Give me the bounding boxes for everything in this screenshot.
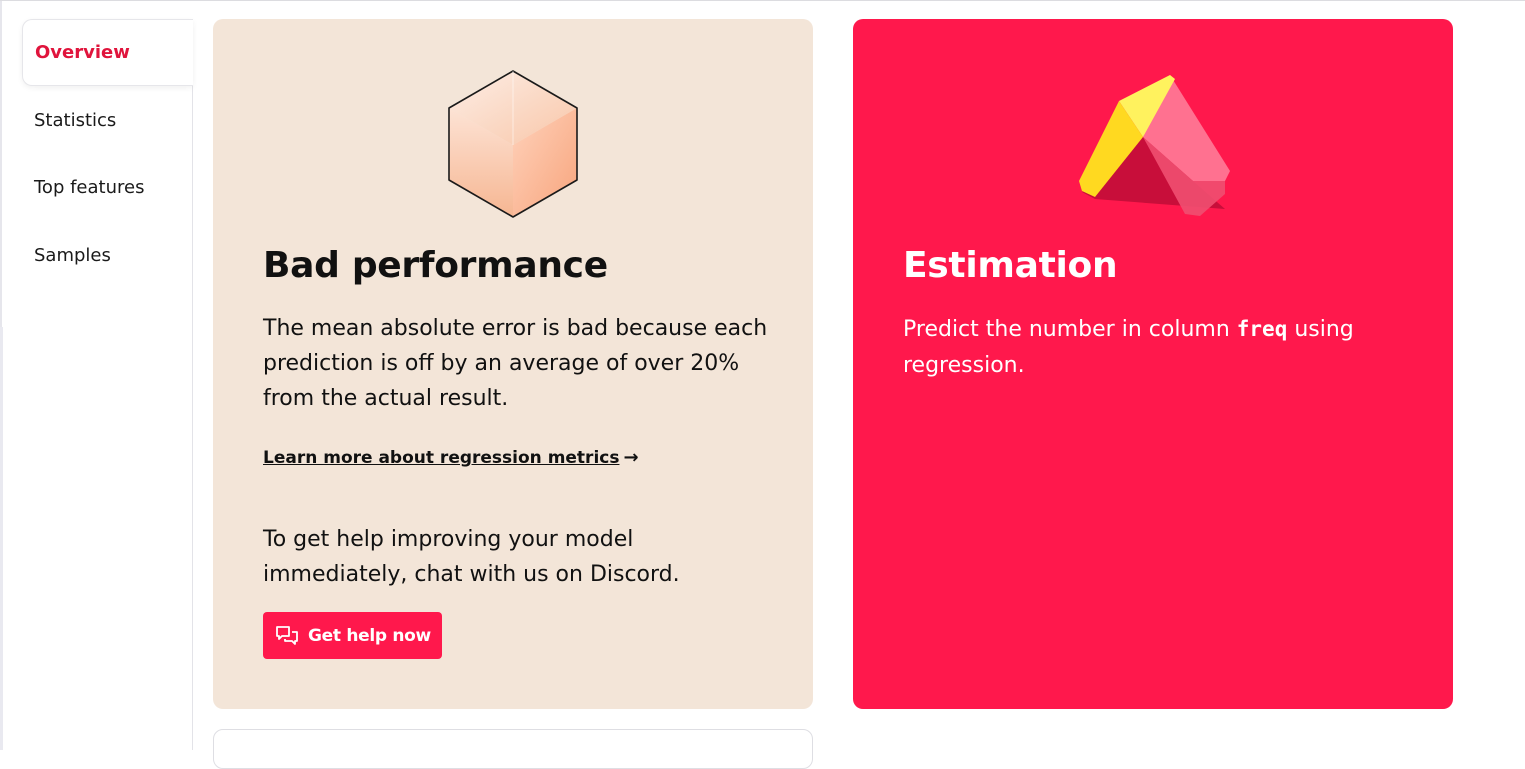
estimation-title: Estimation xyxy=(903,245,1118,286)
arrow-right-icon: → xyxy=(623,447,639,468)
sidebar-item-top-features[interactable]: Top features xyxy=(22,154,193,221)
get-help-label: Get help now xyxy=(308,625,431,646)
learn-more-label: Learn more about regression metrics xyxy=(263,448,620,468)
sidebar-item-overview[interactable]: Overview xyxy=(22,19,193,86)
top-border xyxy=(0,0,1525,1)
pyramid-icon xyxy=(1075,69,1231,223)
estimation-card: Estimation Predict the number in column … xyxy=(853,19,1453,709)
learn-more-link[interactable]: Learn more about regression metrics → xyxy=(263,447,639,468)
cube-icon xyxy=(447,69,579,223)
get-help-button[interactable]: Get help now xyxy=(263,612,442,659)
help-text: To get help improving your model immedia… xyxy=(263,527,680,587)
performance-description: The mean absolute error is bad because e… xyxy=(263,316,768,411)
sidebar-item-statistics[interactable]: Statistics xyxy=(22,87,193,154)
chat-bubbles-icon xyxy=(276,625,298,645)
performance-card: Bad performance The mean absolute error … xyxy=(213,19,813,709)
estimation-description: Predict the number in column freq using … xyxy=(903,311,1383,384)
next-card xyxy=(213,729,813,769)
sidebar-item-samples[interactable]: Samples xyxy=(22,222,193,289)
column-name: freq xyxy=(1236,317,1288,341)
estimation-text-before: Predict the number in column xyxy=(903,317,1230,342)
sidebar: Overview Statistics Top features Samples xyxy=(0,0,193,750)
performance-title: Bad performance xyxy=(263,245,608,286)
